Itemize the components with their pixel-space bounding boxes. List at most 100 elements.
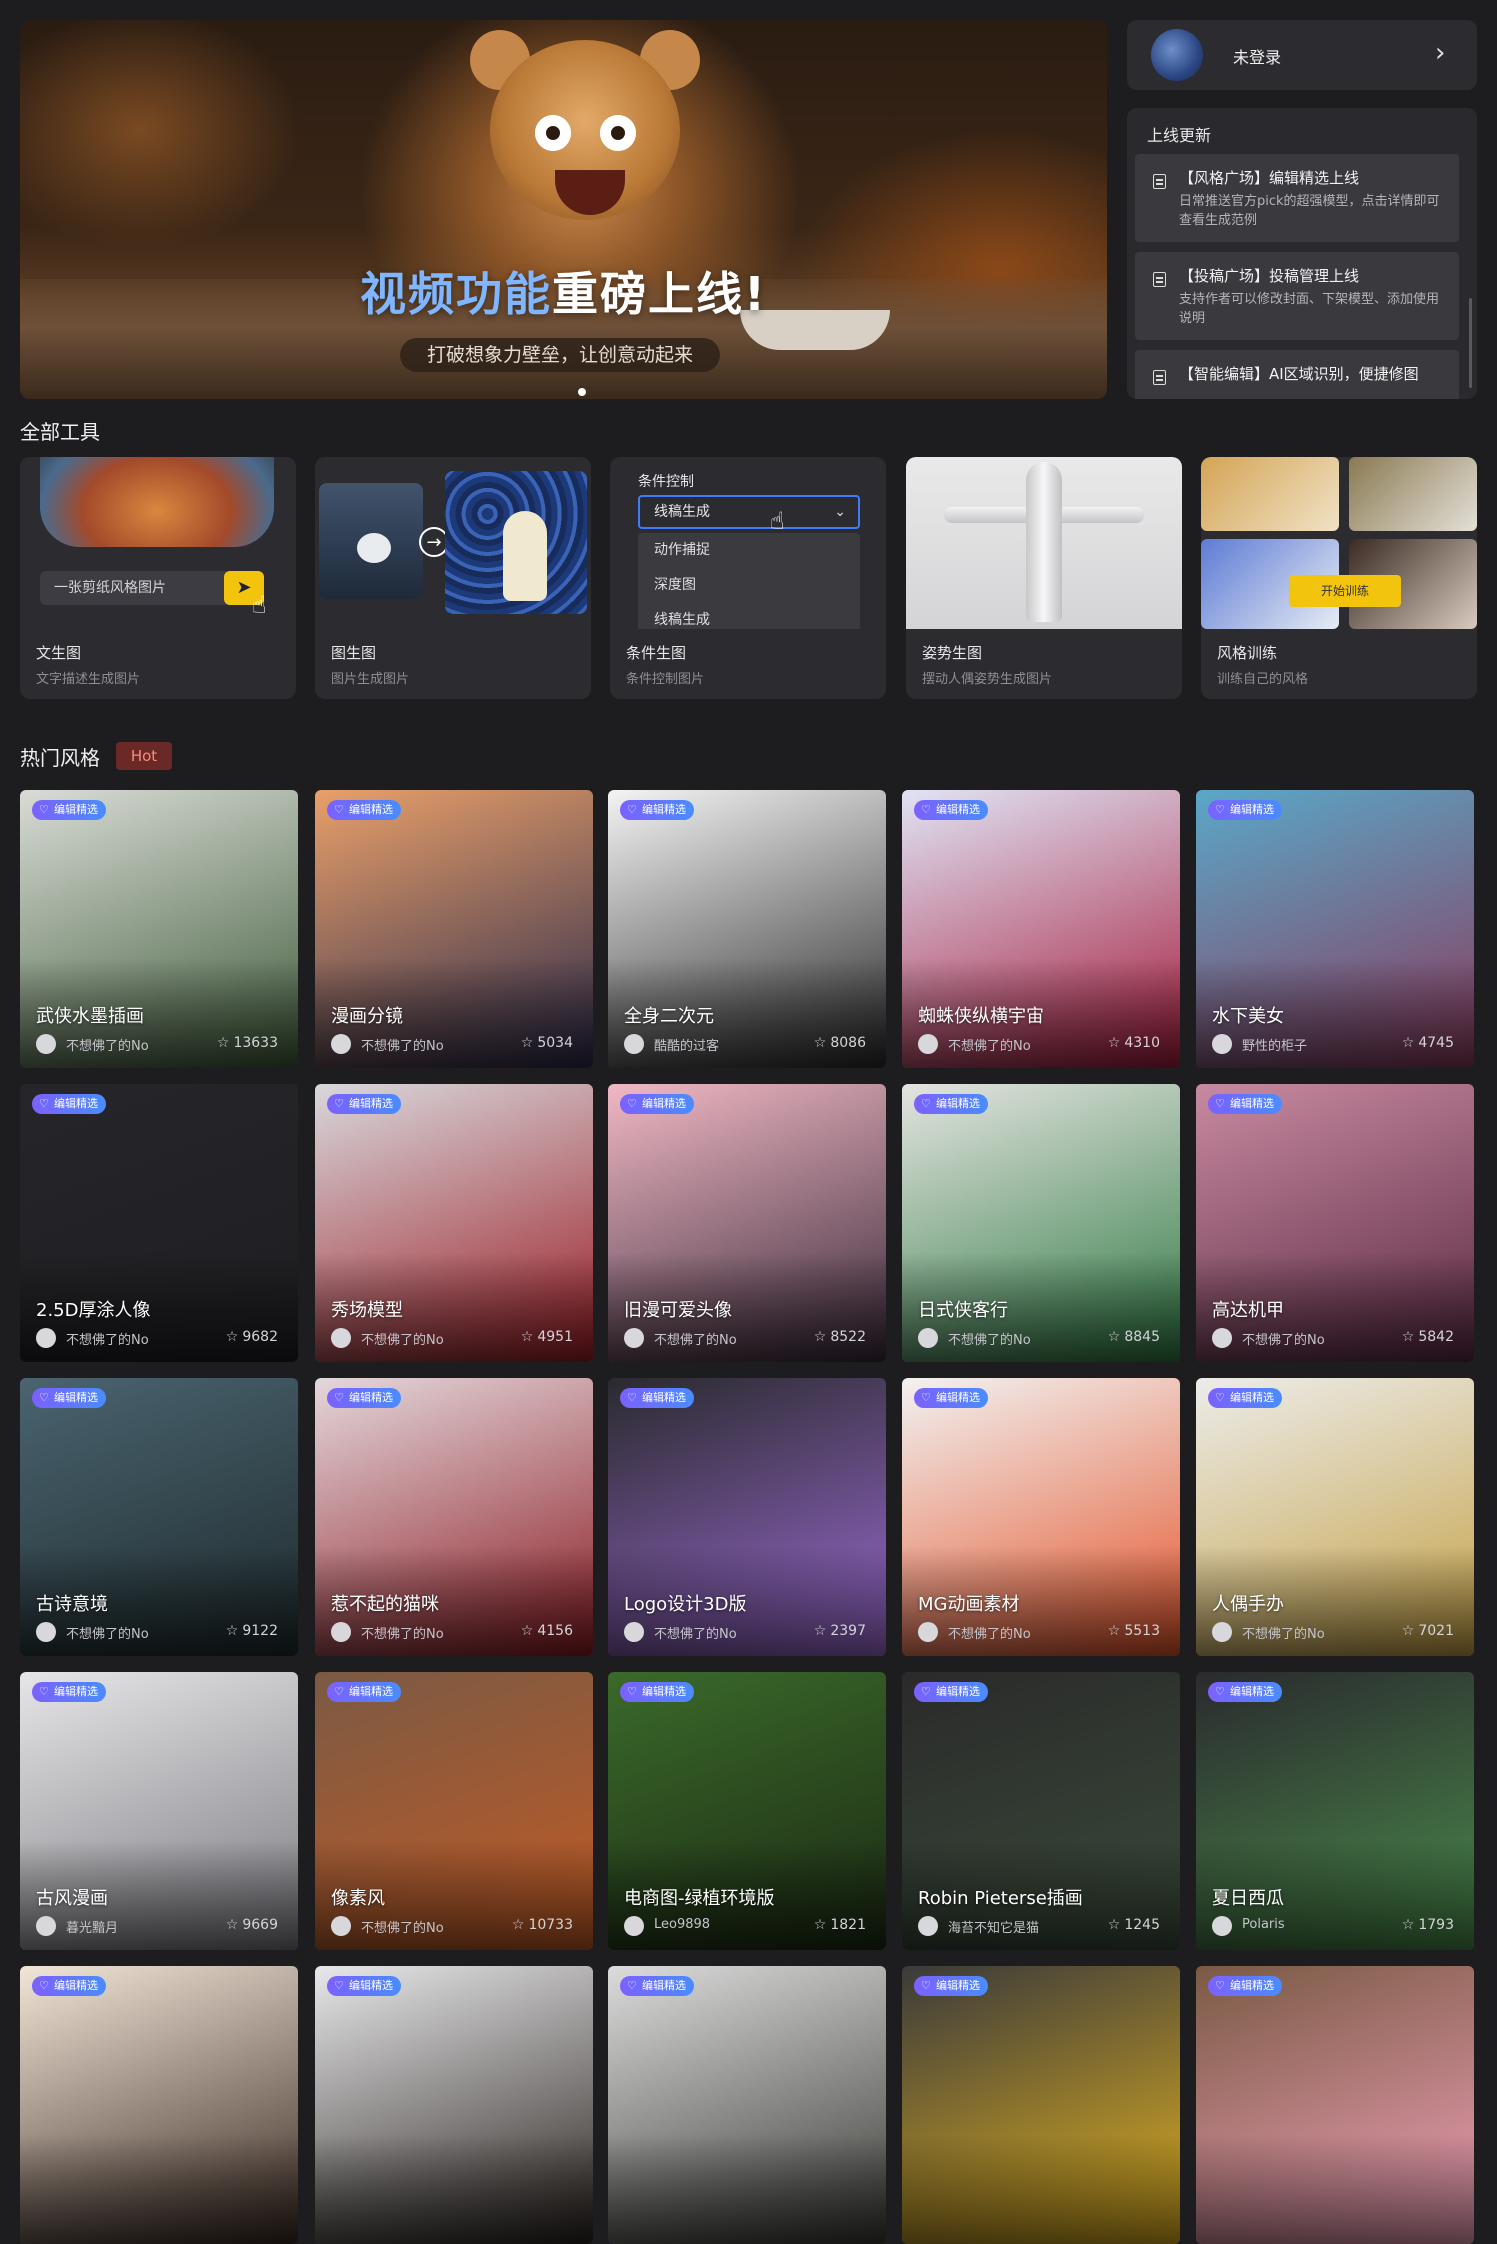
style-card-shade bbox=[315, 2134, 593, 2244]
style-card-likes: ☆ 8845 bbox=[1108, 1329, 1160, 1345]
condition-select-value: 线稿生成 bbox=[654, 504, 710, 520]
style-card[interactable]: 编辑精选 Logo设计3D版不想佛了的No ☆2397 bbox=[608, 1378, 886, 1656]
avatar bbox=[624, 1622, 644, 1642]
likes-count: 2397 bbox=[830, 1623, 866, 1639]
tool-card-pose[interactable]: 姿势生图 摆动人偶姿势生成图片 bbox=[906, 457, 1182, 699]
style-card[interactable]: 编辑精选古诗意境不想佛了的No ☆9122 bbox=[20, 1378, 298, 1656]
avatar bbox=[918, 1916, 938, 1936]
carousel-dot[interactable] bbox=[578, 388, 586, 396]
style-card[interactable]: 编辑精选 bbox=[1196, 1966, 1474, 2244]
hot-badge: Hot bbox=[116, 742, 172, 770]
update-item[interactable]: 【投稿广场】投稿管理上线 支持作者可以修改封面、下架模型、添加使用说明 bbox=[1135, 252, 1459, 340]
style-card-title: 古诗意境 bbox=[36, 1594, 108, 1615]
style-card[interactable]: 编辑精选古风漫画暮光黯月 ☆9669 bbox=[20, 1672, 298, 1950]
condition-select[interactable]: 线稿生成 ⌄ bbox=[638, 495, 860, 529]
style-card[interactable]: 编辑精选武侠水墨插画不想佛了的No ☆13633 bbox=[20, 790, 298, 1068]
avatar bbox=[918, 1034, 938, 1054]
style-card[interactable]: 编辑精选秀场模型不想佛了的No ☆4951 bbox=[315, 1084, 593, 1362]
editor-pick-badge: 编辑精选 bbox=[620, 1682, 694, 1702]
dropdown-option[interactable]: 线稿生成 bbox=[638, 603, 860, 629]
editor-pick-badge: 编辑精选 bbox=[620, 1094, 694, 1114]
editor-pick-badge: 编辑精选 bbox=[1208, 800, 1282, 820]
avatar bbox=[331, 1034, 351, 1054]
user-login-box[interactable]: 未登录 › bbox=[1127, 20, 1477, 90]
style-card[interactable]: 编辑精选夏日西瓜 Polaris ☆1793 bbox=[1196, 1672, 1474, 1950]
style-card[interactable]: 编辑精选 Robin Pieterse插画海苔不知它是猫 ☆1245 bbox=[902, 1672, 1180, 1950]
likes-count: 4951 bbox=[537, 1329, 573, 1345]
style-card-title: 夏日西瓜 bbox=[1212, 1888, 1284, 1909]
style-card[interactable]: 编辑精选漫画分镜不想佛了的No ☆5034 bbox=[315, 790, 593, 1068]
likes-count: 8086 bbox=[830, 1035, 866, 1051]
star-icon: ☆ bbox=[1401, 1917, 1415, 1933]
style-card-likes: ☆ 1245 bbox=[1108, 1917, 1160, 1933]
style-card-title: 全身二次元 bbox=[624, 1006, 714, 1027]
likes-count: 5842 bbox=[1418, 1329, 1454, 1345]
style-card-likes: ☆ 4156 bbox=[521, 1623, 573, 1639]
mannequin-figure bbox=[1026, 462, 1062, 622]
editor-pick-badge: 编辑精选 bbox=[914, 1094, 988, 1114]
likes-count: 1245 bbox=[1124, 1917, 1160, 1933]
style-card[interactable]: 编辑精选蜘蛛侠纵横宇宙不想佛了的No ☆4310 bbox=[902, 790, 1180, 1068]
tool-desc: 训练自己的风格 bbox=[1217, 672, 1309, 687]
style-card[interactable]: 编辑精选 bbox=[902, 1966, 1180, 2244]
update-item[interactable]: 【智能编辑】AI区域识别，便捷修图 bbox=[1135, 350, 1459, 399]
style-card[interactable]: 编辑精选像素风不想佛了的No ☆10733 bbox=[315, 1672, 593, 1950]
style-card[interactable]: 编辑精选全身二次元酷酷的过客 ☆8086 bbox=[608, 790, 886, 1068]
likes-count: 9682 bbox=[242, 1329, 278, 1345]
tool-card-image-to-image[interactable]: → 图生图 图片生成图片 bbox=[315, 457, 591, 699]
star-icon: ☆ bbox=[216, 1035, 230, 1051]
style-card[interactable]: 编辑精选电商图-绿植环境版 Leo9898 ☆1821 bbox=[608, 1672, 886, 1950]
tool-card-style-training[interactable]: 开始训练 风格训练 训练自己的风格 bbox=[1201, 457, 1477, 699]
tool-desc: 摆动人偶姿势生成图片 bbox=[922, 672, 1053, 687]
style-card[interactable]: 编辑精选惹不起的猫咪不想佛了的No ☆4156 bbox=[315, 1378, 593, 1656]
banner-bear-eye bbox=[600, 115, 636, 151]
avatar bbox=[36, 1916, 56, 1936]
condition-dropdown: 动作捕捉 深度图 线稿生成 bbox=[638, 533, 860, 629]
condition-label: 条件控制 bbox=[638, 474, 694, 490]
style-card-likes: ☆ 13633 bbox=[217, 1035, 278, 1051]
style-card-author: 不想佛了的No bbox=[66, 1039, 149, 1054]
avatar bbox=[1212, 1916, 1232, 1936]
avatar bbox=[331, 1916, 351, 1936]
style-card[interactable]: 编辑精选 bbox=[315, 1966, 593, 2244]
likes-count: 9669 bbox=[242, 1917, 278, 1933]
style-card-author: Leo9898 bbox=[654, 1917, 711, 1932]
style-card-author: 不想佛了的No bbox=[66, 1627, 149, 1642]
style-card-author: Polaris bbox=[1242, 1917, 1285, 1932]
tool-card-condition[interactable]: 条件控制 线稿生成 ⌄ 动作捕捉 深度图 线稿生成 ☝ 条件生图 条件控制图片 bbox=[610, 457, 886, 699]
tool-card-text-to-image[interactable]: 一张剪纸风格图片 ➤ ☝ 文生图 文字描述生成图片 bbox=[20, 457, 296, 699]
style-card[interactable]: 编辑精选水下美女野性的柜子 ☆4745 bbox=[1196, 790, 1474, 1068]
style-card-author: 不想佛了的No bbox=[1242, 1627, 1325, 1642]
update-item[interactable]: 【风格广场】编辑精选上线 日常推送官方pick的超强模型，点击详情即可查看生成范… bbox=[1135, 154, 1459, 242]
tool-thumbnail: 开始训练 bbox=[1201, 457, 1477, 629]
editor-pick-badge: 编辑精选 bbox=[327, 1682, 401, 1702]
likes-count: 1793 bbox=[1418, 1917, 1454, 1933]
style-card[interactable]: 编辑精选 MG动画素材不想佛了的No ☆5513 bbox=[902, 1378, 1180, 1656]
style-card[interactable]: 编辑精选 2.5D厚涂人像不想佛了的No ☆9682 bbox=[20, 1084, 298, 1362]
star-icon: ☆ bbox=[1401, 1329, 1415, 1345]
dropdown-option[interactable]: 动作捕捉 bbox=[638, 533, 860, 568]
chevron-down-icon: ⌄ bbox=[834, 504, 846, 520]
style-card-title: Logo设计3D版 bbox=[624, 1594, 747, 1615]
style-card-likes: ☆ 10733 bbox=[512, 1917, 573, 1933]
scrollbar[interactable] bbox=[1469, 298, 1472, 388]
tool-name: 姿势生图 bbox=[922, 644, 983, 662]
tool-thumbnail: 一张剪纸风格图片 ➤ ☝ bbox=[20, 457, 296, 629]
style-card[interactable]: 编辑精选人偶手办不想佛了的No ☆7021 bbox=[1196, 1378, 1474, 1656]
style-card[interactable]: 编辑精选 bbox=[20, 1966, 298, 2244]
avatar bbox=[36, 1622, 56, 1642]
chevron-right-icon: › bbox=[1435, 38, 1446, 68]
style-card-author: 不想佛了的No bbox=[654, 1333, 737, 1348]
hero-banner[interactable]: 视频功能重磅上线! 打破想象力壁垒，让创意动起来 bbox=[20, 20, 1107, 399]
style-card[interactable]: 编辑精选高达机甲不想佛了的No ☆5842 bbox=[1196, 1084, 1474, 1362]
start-training-button[interactable]: 开始训练 bbox=[1289, 575, 1401, 607]
avatar bbox=[1212, 1328, 1232, 1348]
style-card-likes: ☆ 1821 bbox=[814, 1917, 866, 1933]
style-card[interactable]: 编辑精选日式侠客行不想佛了的No ☆8845 bbox=[902, 1084, 1180, 1362]
style-card[interactable]: 编辑精选旧漫可爱头像不想佛了的No ☆8522 bbox=[608, 1084, 886, 1362]
editor-pick-badge: 编辑精选 bbox=[620, 1388, 694, 1408]
star-icon: ☆ bbox=[813, 1035, 827, 1051]
style-card-title: 日式侠客行 bbox=[918, 1300, 1008, 1321]
dropdown-option[interactable]: 深度图 bbox=[638, 568, 860, 603]
style-card[interactable]: 编辑精选 bbox=[608, 1966, 886, 2244]
